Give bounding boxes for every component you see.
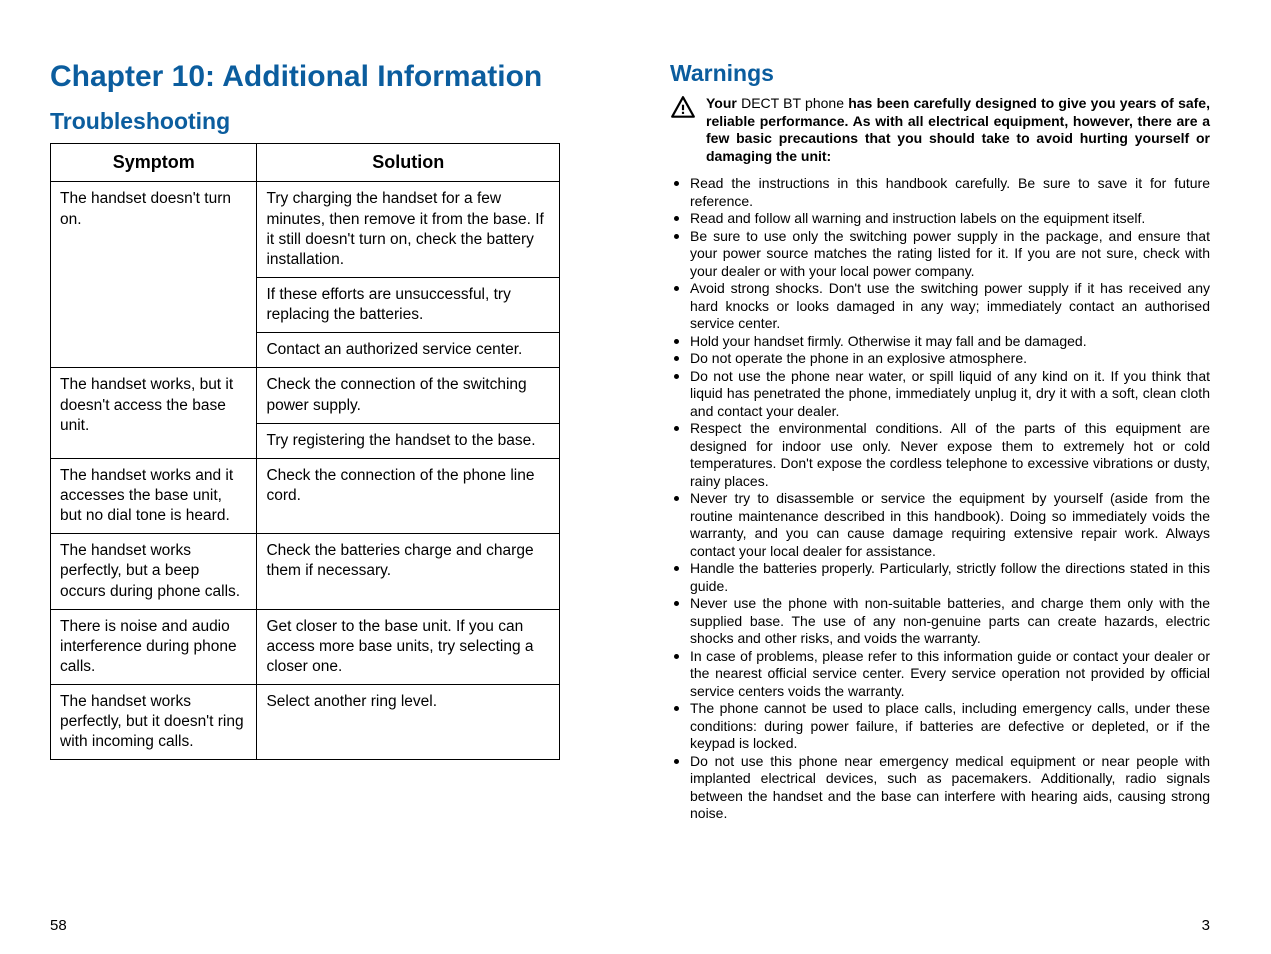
list-item: Respect the environmental conditions. Al… bbox=[670, 420, 1210, 490]
right-page: Warnings Your DECT BT phone has been car… bbox=[670, 60, 1210, 934]
warning-intro: Your DECT BT phone has been carefully de… bbox=[670, 95, 1210, 165]
list-item: Avoid strong shocks. Don't use the switc… bbox=[670, 280, 1210, 333]
warning-intro-text: Your DECT BT phone has been carefully de… bbox=[706, 95, 1210, 165]
list-item: Read the instructions in this handbook c… bbox=[670, 175, 1210, 210]
table-row: The handset works perfectly, but a beep … bbox=[51, 534, 560, 609]
left-page: Chapter 10: Additional Information Troub… bbox=[50, 60, 560, 934]
chapter-title: Chapter 10: Additional Information bbox=[50, 60, 560, 94]
list-item: In case of problems, please refer to thi… bbox=[670, 648, 1210, 701]
symptom-cell: The handset works and it accesses the ba… bbox=[51, 458, 257, 533]
symptom-cell: There is noise and audio interference du… bbox=[51, 609, 257, 684]
table-row: The handset works, but it doesn't access… bbox=[51, 368, 560, 423]
table-row: The handset works and it accesses the ba… bbox=[51, 458, 560, 533]
table-row: There is noise and audio interference du… bbox=[51, 609, 560, 684]
solution-cell: Check the connection of the switching po… bbox=[257, 368, 560, 423]
intro-model: DECT BT phone bbox=[741, 95, 844, 111]
solution-cell: Contact an authorized service center. bbox=[257, 333, 560, 368]
solution-cell: Check the connection of the phone line c… bbox=[257, 458, 560, 533]
symptom-cell: The handset works perfectly, but a beep … bbox=[51, 534, 257, 609]
section-title-warnings: Warnings bbox=[670, 60, 1210, 87]
list-item: The phone cannot be used to place calls,… bbox=[670, 700, 1210, 753]
list-item: Do not operate the phone in an explosive… bbox=[670, 350, 1210, 368]
list-item: Do not use the phone near water, or spil… bbox=[670, 368, 1210, 421]
solution-cell: Check the batteries charge and charge th… bbox=[257, 534, 560, 609]
symptom-cell: The handset works perfectly, but it does… bbox=[51, 685, 257, 760]
list-item: Be sure to use only the switching power … bbox=[670, 228, 1210, 281]
th-solution: Solution bbox=[257, 144, 560, 182]
list-item: Do not use this phone near emergency med… bbox=[670, 753, 1210, 823]
page-number-right: 3 bbox=[670, 907, 1210, 934]
list-item: Never try to disassemble or service the … bbox=[670, 490, 1210, 560]
symptom-cell: The handset doesn't turn on. bbox=[51, 182, 257, 368]
solution-cell: If these efforts are unsuccessful, try r… bbox=[257, 277, 560, 332]
solution-cell: Get closer to the base unit. If you can … bbox=[257, 609, 560, 684]
list-item: Never use the phone with non-suitable ba… bbox=[670, 595, 1210, 648]
solution-cell: Select another ring level. bbox=[257, 685, 560, 760]
list-item: Hold your handset firmly. Otherwise it m… bbox=[670, 333, 1210, 351]
troubleshooting-table: Symptom Solution The handset doesn't tur… bbox=[50, 143, 560, 760]
list-item: Handle the batteries properly. Particula… bbox=[670, 560, 1210, 595]
page-number-left: 58 bbox=[50, 907, 560, 934]
solution-cell: Try registering the handset to the base. bbox=[257, 423, 560, 458]
warning-bullet-list: Read the instructions in this handbook c… bbox=[670, 175, 1210, 823]
table-row: The handset works perfectly, but it does… bbox=[51, 685, 560, 760]
table-row: The handset doesn't turn on. Try chargin… bbox=[51, 182, 560, 278]
intro-prefix: Your bbox=[706, 95, 741, 111]
symptom-cell: The handset works, but it doesn't access… bbox=[51, 368, 257, 458]
solution-cell: Try charging the handset for a few minut… bbox=[257, 182, 560, 278]
list-item: Read and follow all warning and instruct… bbox=[670, 210, 1210, 228]
section-title-troubleshooting: Troubleshooting bbox=[50, 108, 560, 135]
th-symptom: Symptom bbox=[51, 144, 257, 182]
warning-icon bbox=[670, 95, 696, 165]
